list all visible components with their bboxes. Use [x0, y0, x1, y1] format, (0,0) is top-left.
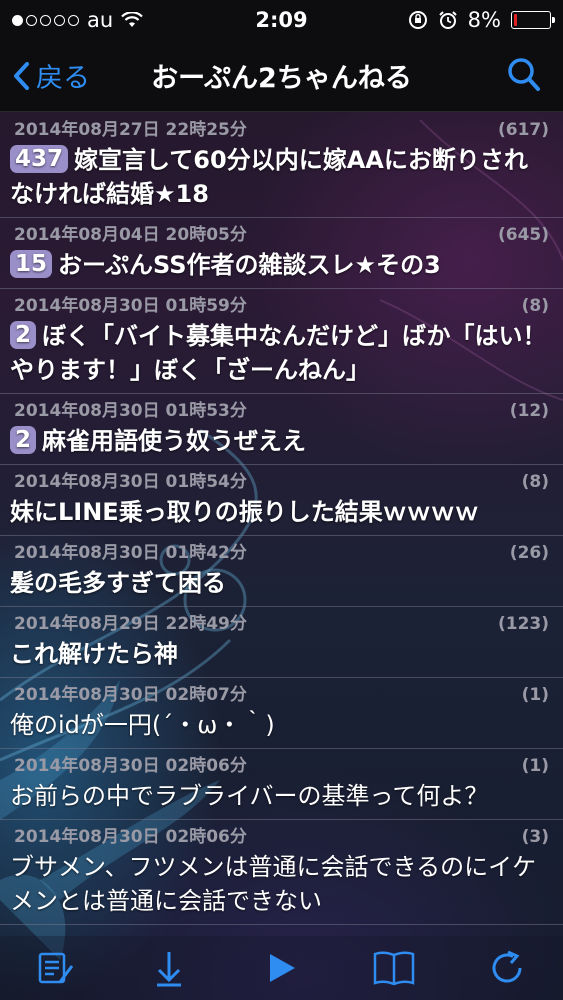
thread-title-line: ブサメン、フツメンは普通に会話できるのにイケメンとは普通に会話できない — [10, 850, 549, 918]
thread-meta: 2014年08月30日 01時53分 (12) — [10, 400, 549, 422]
thread-title-line: 15 おーぷんSS作者の雑談スレ★その3 — [10, 248, 549, 282]
thread-list: 2014年08月27日 22時25分 (617) 437 嫁宣言して60分以内に嫁AA… — [0, 113, 563, 925]
thread-meta: 2014年08月30日 02時06分 (3) — [10, 826, 549, 848]
thread-count: (617) — [497, 120, 549, 140]
unread-badge: 437 — [10, 145, 69, 173]
thread-date: 2014年08月30日 01時59分 — [14, 296, 247, 316]
thread-title-line: 2 ぼく「バイト募集中なんだけど」ばか「はい！やります！」ぼく「ざーんねん」 — [10, 319, 549, 387]
unread-badge: 2 — [10, 321, 37, 349]
download-icon — [156, 952, 181, 987]
search-button[interactable] — [507, 57, 541, 97]
thread-meta: 2014年08月30日 01時59分 (8) — [10, 295, 549, 317]
thread-count: (12) — [509, 401, 549, 421]
thread-title: お前らの中でラブライバーの基準って何よ？ — [10, 782, 489, 810]
status-left: au — [12, 8, 143, 32]
thread-date: 2014年08月30日 02時06分 — [14, 756, 247, 776]
edit-list-button[interactable] — [31, 943, 81, 993]
thread-title: 俺のidが一円(´・ω・｀) — [10, 711, 275, 739]
thread-date: 2014年08月30日 02時06分 — [14, 827, 247, 847]
thread-title: ブサメン、フツメンは普通に会話できるのにイケメンとは普通に会話できない — [10, 853, 537, 915]
refresh-button[interactable] — [482, 943, 532, 993]
status-right: 8% — [408, 8, 555, 32]
thread-title: 髪の毛多すぎて困る — [10, 569, 226, 597]
signal-strength-icon — [12, 14, 79, 26]
thread-meta: 2014年08月29日 22時49分 (123) — [10, 613, 549, 635]
thread-row[interactable]: 2014年08月30日 01時54分 (8) 妹にLINE乗っ取りの振りした結果ｗｗ… — [0, 465, 563, 536]
thread-count: (645) — [497, 225, 549, 245]
thread-count: (8) — [521, 472, 549, 492]
play-button[interactable] — [256, 943, 306, 993]
status-bar: au 2:09 8% — [0, 0, 563, 40]
thread-title: 麻雀用語使う奴うぜええ — [42, 427, 307, 455]
thread-meta: 2014年08月30日 01時54分 (8) — [10, 471, 549, 493]
thread-count: (1) — [521, 756, 549, 776]
thread-title: 嫁宣言して60分以内に嫁AAにお断りされなければ結婚★18 — [10, 146, 528, 208]
thread-row[interactable]: 2014年08月30日 02時07分 (1) 俺のidが一円(´・ω・｀) — [0, 678, 563, 749]
thread-title: 妹にLINE乗っ取りの振りした結果ｗｗｗｗ — [10, 498, 479, 526]
thread-title: ぼく「バイト募集中なんだけど」ばか「はい！やります！」ぼく「ざーんねん」 — [10, 322, 547, 384]
thread-count: (26) — [509, 543, 549, 563]
play-icon — [270, 954, 296, 982]
rotation-lock-icon — [408, 11, 427, 29]
bottom-toolbar — [0, 936, 563, 1000]
edit-list-icon — [39, 952, 74, 984]
navigation-bar: 戻る おーぷん2ちゃんねる — [0, 40, 563, 112]
battery-percent: 8% — [467, 8, 501, 32]
thread-title-line: 髪の毛多すぎて困る — [10, 566, 549, 600]
thread-date: 2014年08月27日 22時25分 — [14, 120, 247, 140]
thread-title-line: 妹にLINE乗っ取りの振りした結果ｗｗｗｗ — [10, 495, 549, 529]
book-icon — [373, 951, 415, 986]
thread-row[interactable]: 2014年08月27日 22時25分 (617) 437 嫁宣言して60分以内に嫁AA… — [0, 113, 563, 218]
unread-badge: 15 — [10, 250, 53, 278]
thread-date: 2014年08月29日 22時49分 — [14, 614, 247, 634]
bookmark-button[interactable] — [369, 943, 419, 993]
thread-count: (3) — [521, 827, 549, 847]
thread-count: (123) — [497, 614, 549, 634]
thread-meta: 2014年08月27日 22時25分 (617) — [10, 119, 549, 141]
chevron-left-icon — [14, 61, 29, 90]
thread-date: 2014年08月30日 01時53分 — [14, 401, 247, 421]
thread-title-line: これ解けたら神 — [10, 637, 549, 671]
download-button[interactable] — [144, 943, 194, 993]
thread-row[interactable]: 2014年08月30日 02時06分 (3) ブサメン、フツメンは普通に会話できるの… — [0, 820, 563, 925]
thread-title: これ解けたら神 — [10, 640, 178, 668]
battery-icon — [511, 11, 555, 29]
battery-level — [514, 14, 517, 26]
thread-row[interactable]: 2014年08月30日 02時06分 (1) お前らの中でラブライバーの基準って何よ… — [0, 749, 563, 820]
thread-title-line: お前らの中でラブライバーの基準って何よ？ — [10, 779, 549, 813]
thread-count: (1) — [521, 685, 549, 705]
back-label: 戻る — [36, 63, 90, 94]
thread-title: おーぷんSS作者の雑談スレ★その3 — [58, 251, 441, 279]
thread-meta: 2014年08月04日 20時05分 (645) — [10, 224, 549, 246]
back-button[interactable]: 戻る — [0, 56, 90, 95]
thread-meta: 2014年08月30日 01時42分 (26) — [10, 542, 549, 564]
thread-meta: 2014年08月30日 02時06分 (1) — [10, 755, 549, 777]
search-icon — [508, 58, 540, 91]
thread-date: 2014年08月30日 01時54分 — [14, 472, 247, 492]
thread-meta: 2014年08月30日 02時07分 (1) — [10, 684, 549, 706]
wifi-icon — [121, 12, 143, 27]
thread-row[interactable]: 2014年08月30日 01時53分 (12) 2 麻雀用語使う奴うぜええ — [0, 394, 563, 465]
thread-title-line: 2 麻雀用語使う奴うぜええ — [10, 424, 549, 458]
thread-title-line: 俺のidが一円(´・ω・｀) — [10, 708, 549, 742]
refresh-icon — [492, 950, 522, 983]
thread-row[interactable]: 2014年08月29日 22時49分 (123) これ解けたら神 — [0, 607, 563, 678]
thread-date: 2014年08月30日 01時42分 — [14, 543, 247, 563]
thread-row[interactable]: 2014年08月30日 01時42分 (26) 髪の毛多すぎて困る — [0, 536, 563, 607]
thread-row[interactable]: 2014年08月30日 01時59分 (8) 2 ぼく「バイト募集中なんだけど」ばか「… — [0, 289, 563, 394]
carrier-label: au — [87, 8, 114, 32]
thread-date: 2014年08月30日 02時07分 — [14, 685, 247, 705]
unread-badge: 2 — [10, 426, 37, 454]
thread-row[interactable]: 2014年08月04日 20時05分 (645) 15 おーぷんSS作者の雑談スレ★そ… — [0, 218, 563, 289]
thread-title-line: 437 嫁宣言して60分以内に嫁AAにお断りされなければ結婚★18 — [10, 143, 549, 211]
thread-count: (8) — [521, 296, 549, 316]
thread-date: 2014年08月04日 20時05分 — [14, 225, 247, 245]
alarm-icon — [438, 11, 457, 29]
